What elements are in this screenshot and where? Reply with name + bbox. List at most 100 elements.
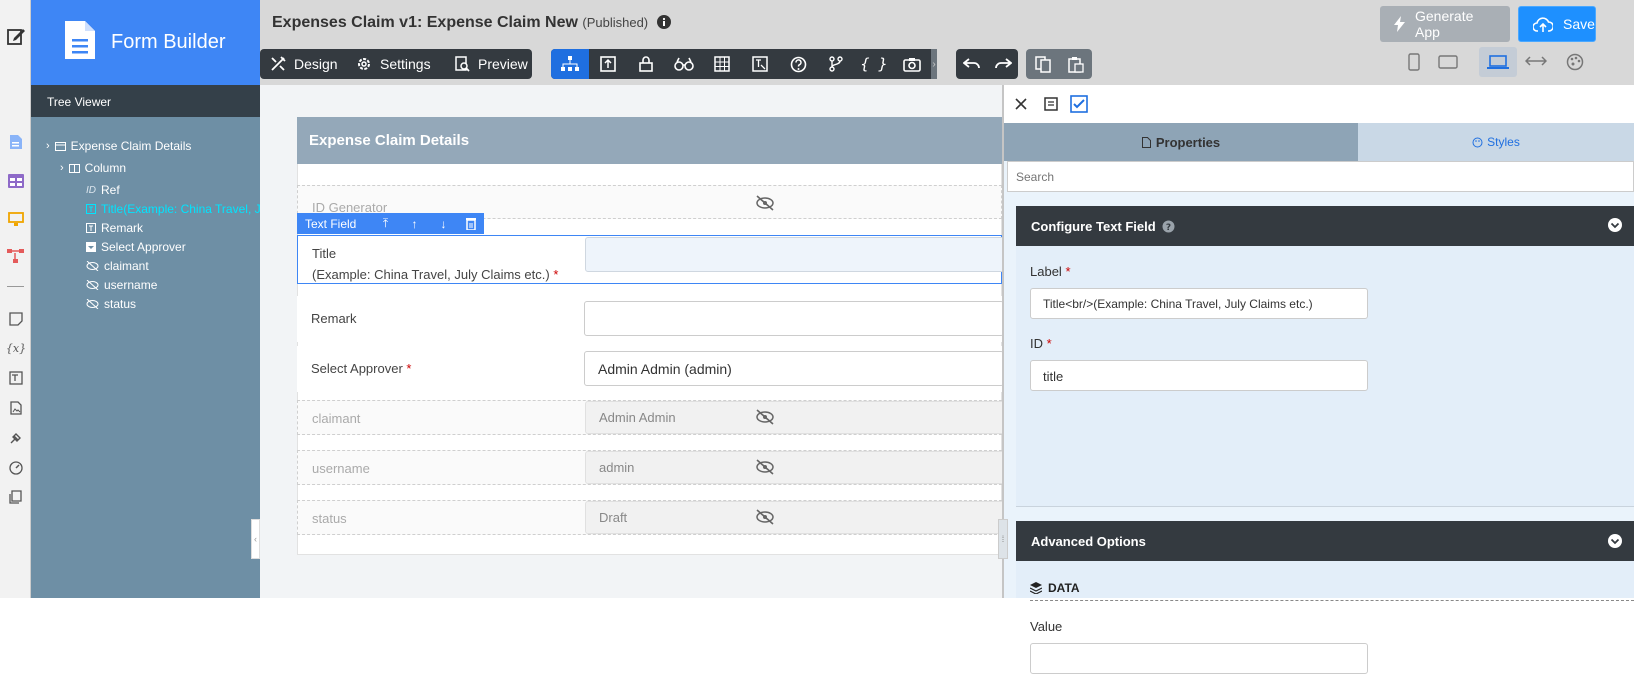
settings-button[interactable]: Settings <box>352 56 442 72</box>
palette-icon[interactable] <box>1566 53 1584 71</box>
arrow-up-icon[interactable]: ↑ <box>400 217 429 231</box>
info-icon[interactable] <box>656 15 671 29</box>
preview-button[interactable]: Preview <box>442 56 532 72</box>
form-builder-icon <box>65 21 95 59</box>
id-input[interactable]: title <box>1030 360 1368 391</box>
form-icon[interactable] <box>5 131 27 153</box>
translate-icon[interactable] <box>5 367 27 389</box>
curly-braces-icon[interactable]: { } <box>855 49 893 79</box>
panel-topbar <box>1004 85 1634 123</box>
translate-icon[interactable] <box>741 49 779 79</box>
userview-icon[interactable] <box>5 208 27 230</box>
collapse-tree-handle[interactable]: ‹ <box>251 519 260 559</box>
binoculars-icon[interactable] <box>665 49 703 79</box>
username-row[interactable]: username admin <box>297 450 1005 485</box>
mobile-view-icon[interactable] <box>1408 53 1420 71</box>
plugin-icon[interactable] <box>5 427 27 449</box>
tree-node-column[interactable]: › Column <box>60 159 126 177</box>
tab-properties-label: Properties <box>1155 134 1221 150</box>
section-header[interactable]: Expense Claim Details <box>297 117 1002 164</box>
field-label: claimant <box>312 411 361 426</box>
save-button[interactable]: Save <box>1518 6 1596 42</box>
process-icon[interactable] <box>5 245 27 267</box>
properties-search-input[interactable] <box>1007 161 1634 192</box>
tree-structure-icon[interactable] <box>551 49 589 79</box>
chevron-down-icon[interactable] <box>1607 217 1623 233</box>
help-icon[interactable] <box>779 49 817 79</box>
tablet-view-icon[interactable] <box>1438 55 1458 69</box>
username-input: admin <box>585 451 1005 484</box>
panel-resize-handle[interactable]: ⁞ <box>998 519 1008 559</box>
copy-icon[interactable] <box>1026 49 1059 79</box>
value-input[interactable] <box>1030 643 1368 674</box>
tree-node-section[interactable]: › Expense Claim Details <box>46 137 191 155</box>
field-sublabel: (Example: China Travel, July Claims etc.… <box>312 267 558 282</box>
label-input[interactable]: Title<br/>(Example: China Travel, July C… <box>1030 288 1368 319</box>
configure-title: Configure Text Field <box>1031 218 1156 234</box>
tree-node-label: Expense Claim Details <box>70 139 192 153</box>
field-type-label: Text Field <box>305 216 357 231</box>
field-label: Remark <box>311 311 357 326</box>
full-width-icon[interactable] <box>1525 54 1547 68</box>
image-icon[interactable] <box>5 397 27 419</box>
lock-icon[interactable] <box>627 49 665 79</box>
check-square-icon[interactable] <box>1070 95 1088 113</box>
title-field-row-selected[interactable]: Title (Example: China Travel, July Claim… <box>297 235 1005 284</box>
required-mark: * <box>553 267 559 282</box>
tab-properties[interactable]: Properties <box>1004 123 1358 161</box>
undo-icon[interactable] <box>956 49 987 79</box>
chevron-down-icon[interactable] <box>1607 533 1623 549</box>
tree-node-status[interactable]: status <box>86 295 136 313</box>
variable-icon[interactable]: {x} <box>5 337 27 359</box>
tab-styles[interactable]: Styles <box>1358 123 1634 161</box>
design-button[interactable]: Design <box>260 56 352 72</box>
compact-view-icon[interactable] <box>1044 97 1058 111</box>
eye-slash-icon <box>755 195 775 211</box>
dashboard-icon[interactable] <box>5 457 27 479</box>
move-icon[interactable] <box>589 49 627 79</box>
claimant-row[interactable]: claimant Admin Admin <box>297 400 1005 435</box>
help-icon[interactable]: ? <box>1162 220 1175 233</box>
generate-app-button[interactable]: Generate App <box>1380 6 1510 42</box>
edit-icon[interactable] <box>5 25 27 47</box>
approver-select[interactable]: Admin Admin (admin) <box>584 351 1004 386</box>
remark-input[interactable] <box>584 301 1004 336</box>
save-label: Save <box>1563 16 1595 32</box>
move-to-top-icon[interactable]: ⤒ <box>371 216 400 231</box>
status-row[interactable]: status Draft <box>297 500 1005 535</box>
palette-icon <box>1472 137 1483 148</box>
advanced-header[interactable]: Advanced Options <box>1016 521 1634 561</box>
tree-node-select-approver[interactable]: Select Approver <box>86 238 186 256</box>
configure-header[interactable]: Configure Text Field ? <box>1016 206 1634 246</box>
api-icon[interactable] <box>5 486 27 508</box>
tree-node-ref[interactable]: ID Ref <box>86 181 120 199</box>
tree-node-username[interactable]: username <box>86 276 157 294</box>
redo-icon[interactable] <box>987 49 1018 79</box>
chevron-right-icon[interactable]: › <box>60 162 64 174</box>
generate-app-label: Generate App <box>1415 8 1474 40</box>
chevron-right-icon[interactable]: › <box>46 140 50 152</box>
tree-viewer: › Expense Claim Details › Column ID Ref … <box>31 117 343 598</box>
tree-node-claimant[interactable]: claimant <box>86 257 149 275</box>
grid-icon[interactable] <box>703 49 741 79</box>
close-icon[interactable] <box>1014 97 1028 111</box>
app-title: Expenses Claim v1: Expense Claim New <box>272 14 578 31</box>
design-label: Design <box>294 56 338 72</box>
arrow-down-icon[interactable]: ↓ <box>429 217 458 231</box>
data-section: DATA <box>1030 575 1634 601</box>
camera-icon[interactable] <box>893 49 931 79</box>
paste-icon[interactable] <box>1059 49 1092 79</box>
required-mark: * <box>1046 336 1052 351</box>
title-input[interactable] <box>585 237 1005 272</box>
laptop-view-icon[interactable] <box>1479 47 1517 77</box>
delete-icon[interactable] <box>458 217 484 230</box>
tree-node-label: Column <box>84 161 127 175</box>
tree-node-remark[interactable]: Remark <box>86 219 143 237</box>
field-action-toolbar: Text Field ⤒ ↑ ↓ <box>297 213 484 234</box>
label-text: Label <box>1030 264 1062 279</box>
branch-icon[interactable] <box>817 49 855 79</box>
note-icon[interactable] <box>5 308 27 330</box>
datalist-icon[interactable] <box>5 170 27 192</box>
toolbar-scroll-right[interactable]: › <box>931 49 937 79</box>
remark-row: Remark <box>297 296 1004 342</box>
